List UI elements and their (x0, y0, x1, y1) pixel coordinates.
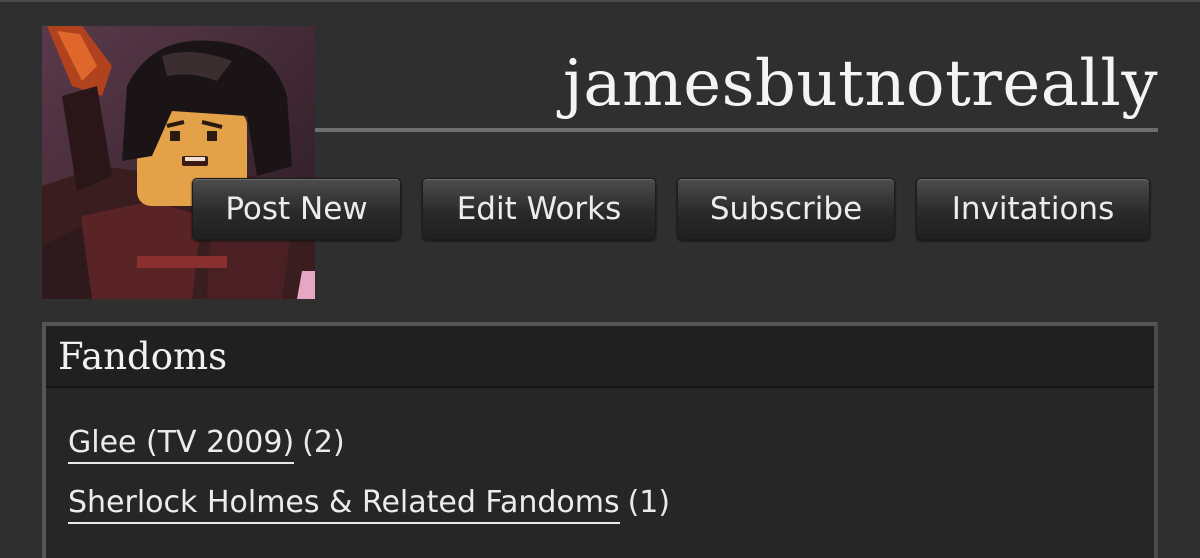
profile-username: jamesbutnotreally (563, 47, 1158, 121)
list-item: Sherlock Holmes & Related Fandoms (1) (68, 485, 1154, 548)
list-item: Glee (TV 2009) (2) (68, 425, 1154, 488)
lego-minifigure-avatar-icon (42, 26, 315, 299)
fandoms-title: Fandoms (58, 335, 228, 378)
fandom-count: (1) (627, 485, 671, 520)
user-actions: Post New Edit Works Subscribe Invitation… (0, 178, 1200, 242)
post-new-button[interactable]: Post New (192, 178, 401, 240)
invitations-button[interactable]: Invitations (916, 178, 1150, 240)
avatar (42, 26, 315, 299)
edit-works-button[interactable]: Edit Works (422, 178, 656, 240)
fandom-link-glee[interactable]: Glee (TV 2009) (68, 425, 295, 464)
fandoms-panel: Fandoms Glee (TV 2009) (2) Sherlock Holme… (42, 322, 1158, 558)
fandom-link-sherlock[interactable]: Sherlock Holmes & Related Fandoms (68, 485, 620, 524)
fandom-list: Glee (TV 2009) (2) Sherlock Holmes & Rela… (46, 388, 1154, 548)
fandoms-panel-header: Fandoms (46, 326, 1154, 388)
header-divider (315, 128, 1158, 132)
subscribe-button[interactable]: Subscribe (677, 178, 895, 240)
fandom-count: (2) (302, 425, 345, 460)
